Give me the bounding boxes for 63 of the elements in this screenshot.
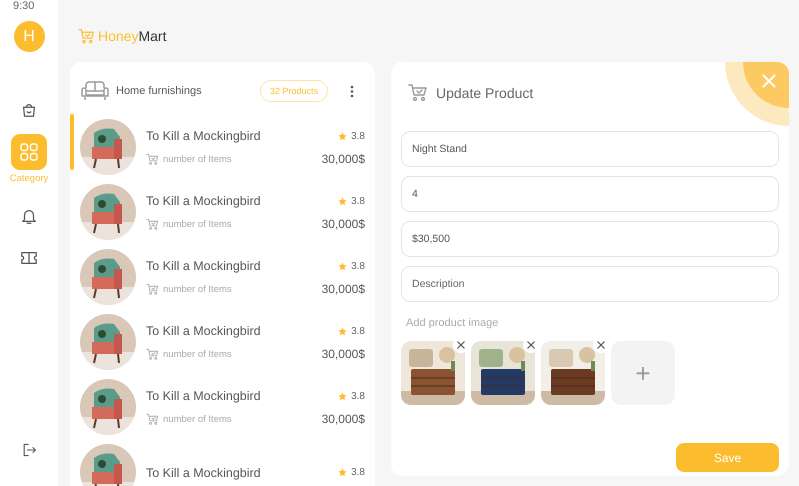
product-name: To Kill a Mockingbird [146,194,261,208]
product-name: To Kill a Mockingbird [146,259,261,273]
items-label: number of Items [163,154,232,164]
panel-title: Update Product [436,85,534,101]
close-icon [457,341,465,349]
category-title: Home furnishings [116,85,203,97]
sofa-icon [81,80,109,102]
cart-icon [146,152,159,166]
product-name: To Kill a Mockingbird [146,466,261,480]
input-field[interactable]: Description [401,266,779,302]
input-field[interactable]: 4 [401,176,779,212]
product-price: 30,000$ [322,347,365,361]
close-icon [597,341,605,349]
rating-value: 3.8 [351,260,365,272]
ticket-icon [20,249,38,267]
logout-icon [21,442,37,458]
star-icon [338,132,348,140]
product-count: 32 Products [260,80,328,102]
cart-icon [408,83,428,103]
input-field[interactable]: Night Stand [401,131,779,167]
product-row[interactable]: To Kill a Mockingbird 3.8 number of Items 30,000$ [70,179,375,244]
star-icon [338,262,348,270]
items-label: number of Items [163,218,232,230]
product-name: To Kill a Mockingbird [146,129,261,143]
grid-icon [19,142,39,162]
logo-cart-icon [78,28,95,44]
close-icon [762,74,776,88]
cart-icon [146,282,159,296]
close-icon [527,341,535,349]
product-row[interactable]: To Kill a Mockingbird 3.8 number of Items 30,000$ [70,114,375,179]
status-time: 9:30 [13,0,34,12]
product-price: 30,000$ [322,152,365,166]
product-name: To Kill a Mockingbird [146,324,261,338]
shopping-bag-icon [20,101,38,119]
rating-value: 3.8 [351,390,365,402]
product-price: 30,000$ [322,217,365,231]
product-row[interactable]: To Kill a Mockingbird 3.8 number of Items 30,000$ [70,374,375,439]
star-icon [338,326,348,336]
product-name: To Kill a Mockingbird [146,389,261,403]
items-label: number of Items [163,348,232,360]
input-field[interactable]: $30,500 [401,221,779,257]
rating-value: 3.8 [351,130,365,142]
cart-icon [146,348,159,360]
product-price: 30,000$ [322,412,365,426]
star-icon [338,468,348,477]
product-price: 30,000$ [322,282,365,296]
cart-icon [146,412,159,426]
product-row[interactable]: To Kill a Mockingbird 3.8 number of Items 30,000$ [70,244,375,309]
sidebar-label: Category [10,173,48,184]
logo-text: HoneyMart [98,28,166,44]
bell-icon [20,207,38,225]
more-icon [350,84,354,98]
images-label: Add product image [406,317,500,329]
product-row[interactable]: To Kill a Mockingbird 3.8 [70,439,375,486]
cart-icon [146,218,159,230]
rating-value: 3.8 [351,196,365,206]
star-icon [338,196,348,206]
items-label: number of Items [163,414,232,424]
items-label: number of Items [163,284,232,294]
rating-value: 3.8 [351,326,365,336]
star-icon [338,392,348,400]
rating-value: 3.8 [351,467,365,478]
product-row[interactable]: To Kill a Mockingbird 3.8 number of Items 30,000$ [70,309,375,374]
